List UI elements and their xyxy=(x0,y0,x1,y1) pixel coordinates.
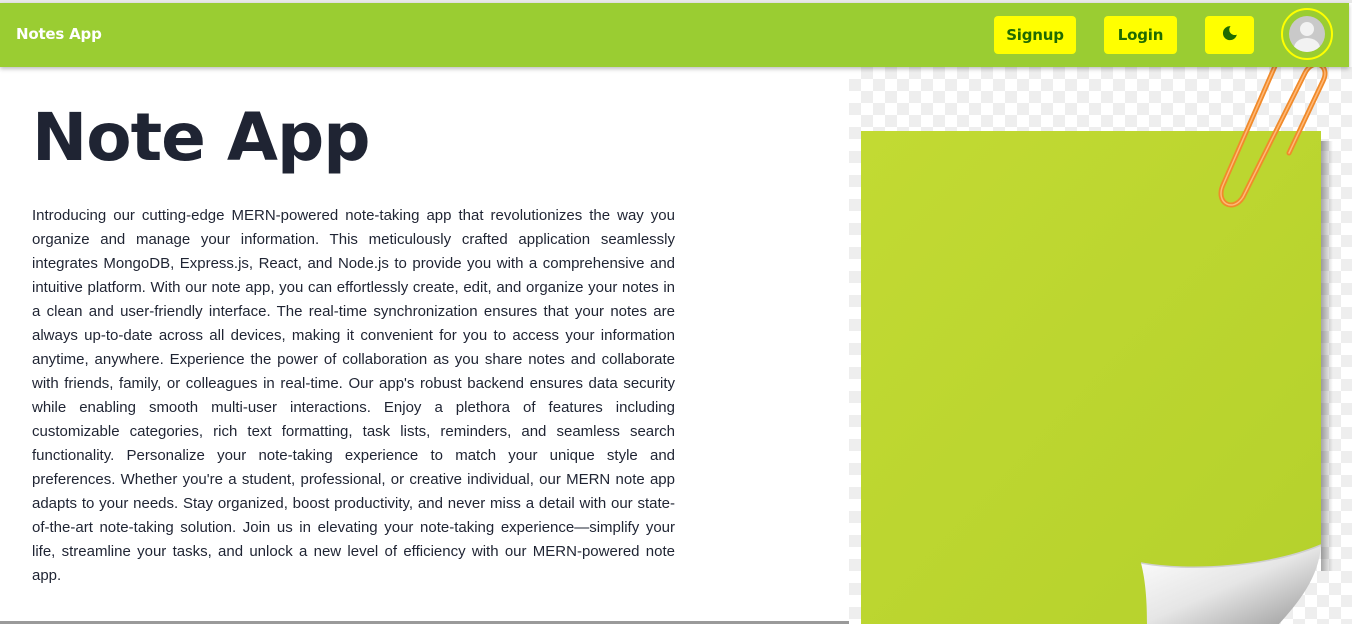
sticky-note-paperclip-illustration xyxy=(861,67,1333,624)
page-title: Note App xyxy=(32,99,370,176)
brand-title[interactable]: Notes App xyxy=(16,25,102,43)
theme-toggle-button[interactable] xyxy=(1205,16,1254,54)
navbar: Notes App Signup Login xyxy=(0,3,1349,67)
moon-icon xyxy=(1221,24,1239,46)
login-button[interactable]: Login xyxy=(1104,16,1177,54)
user-avatar-icon xyxy=(1289,16,1325,52)
signup-button[interactable]: Signup xyxy=(994,16,1076,54)
avatar-button[interactable] xyxy=(1281,8,1333,60)
intro-paragraph: Introducing our cutting-edge MERN-powere… xyxy=(32,207,675,584)
sticky-note-illustration xyxy=(849,67,1352,624)
